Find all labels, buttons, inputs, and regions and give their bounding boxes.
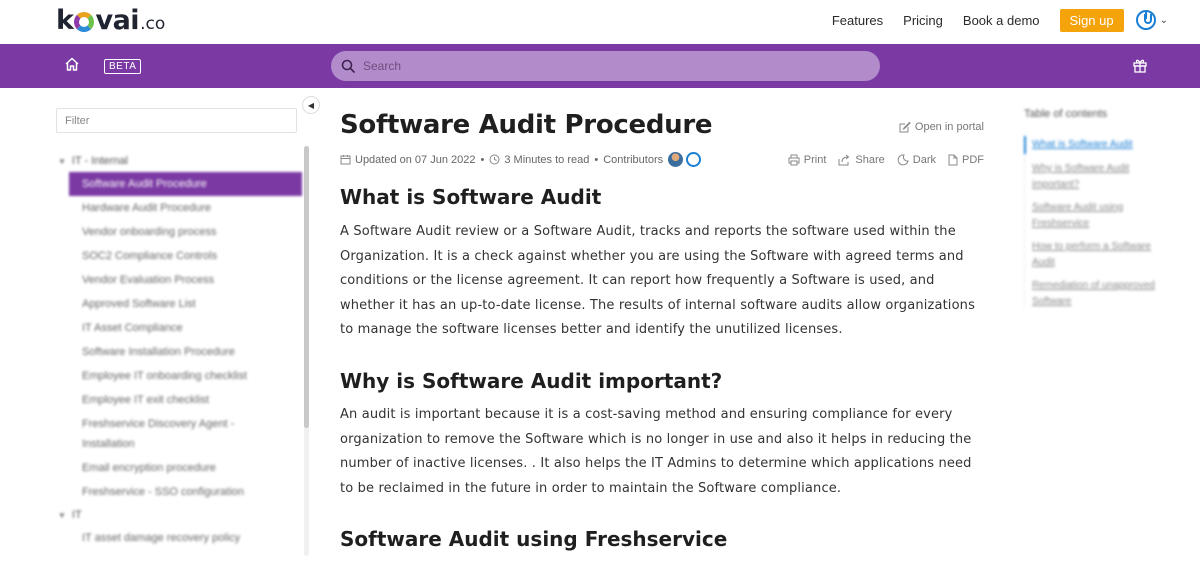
section-body: A Software Audit review or a Software Au… bbox=[340, 224, 975, 338]
share-icon bbox=[838, 154, 850, 166]
tree-item[interactable]: IT asset damage recovery policy bbox=[56, 526, 304, 550]
section-heading: What is Software Audit bbox=[340, 185, 602, 209]
home-icon[interactable] bbox=[64, 56, 80, 72]
docs-header-bar: BETA bbox=[0, 44, 1200, 88]
open-in-portal-label: Open in portal bbox=[914, 121, 984, 133]
toc-rail bbox=[1024, 136, 1025, 308]
toc-item[interactable]: Why is Software Audit important? bbox=[1032, 161, 1167, 193]
logo-text-k: k bbox=[56, 5, 74, 36]
toc-active-indicator bbox=[1024, 136, 1026, 154]
clock-icon bbox=[489, 154, 500, 165]
meta-separator: • bbox=[480, 153, 485, 166]
toc-item-active[interactable]: What is Software Audit bbox=[1032, 137, 1167, 153]
contributor-power-icon[interactable] bbox=[686, 152, 702, 167]
pdf-label: PDF bbox=[962, 154, 984, 166]
contributors-label: Contributors bbox=[603, 153, 664, 166]
dark-mode-button[interactable]: Dark bbox=[897, 154, 936, 166]
sidebar-scrollbar[interactable] bbox=[304, 146, 309, 556]
tree-item[interactable]: Email encryption procedure bbox=[56, 456, 304, 480]
tree-group-it-internal[interactable]: ▼ IT - Internal bbox=[56, 150, 304, 172]
gift-icon[interactable] bbox=[1132, 57, 1148, 73]
read-time: 3 Minutes to read bbox=[504, 153, 590, 166]
page-title: Software Audit Procedure bbox=[340, 110, 713, 140]
print-button[interactable]: Print bbox=[788, 154, 827, 166]
tree-item[interactable]: Vendor Evaluation Process bbox=[56, 268, 304, 292]
print-icon bbox=[788, 154, 800, 166]
nav-features-link[interactable]: Features bbox=[832, 13, 883, 28]
tree-group-label: IT - Internal bbox=[71, 155, 128, 167]
toc-item[interactable]: Remediation of unapproved Software bbox=[1032, 278, 1167, 310]
print-label: Print bbox=[803, 154, 827, 166]
section-heading: Why is Software Audit important? bbox=[340, 369, 723, 393]
share-label: Share bbox=[855, 154, 885, 166]
nav-book-demo-link[interactable]: Book a demo bbox=[963, 13, 1040, 28]
dark-label: Dark bbox=[912, 154, 936, 166]
chevron-down-icon[interactable]: ⌄ bbox=[1160, 15, 1168, 26]
calendar-icon bbox=[340, 155, 351, 165]
category-tree: ▼ IT - Internal Software Audit Procedure … bbox=[56, 150, 304, 550]
top-navbar: k va i .co Features Pricing Book a demo … bbox=[0, 0, 1200, 44]
share-button[interactable]: Share bbox=[838, 154, 885, 166]
logo-text-suffix: .co bbox=[140, 14, 166, 34]
collapse-sidebar-button[interactable]: ◀ bbox=[302, 96, 320, 114]
tree-item[interactable]: IT Asset Compliance bbox=[56, 316, 304, 340]
logo-text-i: i bbox=[130, 5, 140, 36]
tree-item[interactable]: Software Installation Procedure bbox=[56, 340, 304, 364]
tree-item[interactable]: Employee IT onboarding checklist bbox=[56, 364, 304, 388]
tree-item[interactable]: Vendor onboarding process bbox=[56, 220, 304, 244]
logo-o-ring-icon bbox=[74, 12, 95, 32]
main-nav: Features Pricing Book a demo Sign up ⌄ bbox=[832, 0, 1200, 40]
updated-date: Updated on 07 Jun 2022 bbox=[355, 153, 476, 166]
tree-item[interactable]: Freshservice Discovery Agent - Installat… bbox=[56, 412, 246, 456]
tree-item[interactable]: Hardware Audit Procedure bbox=[56, 196, 304, 220]
caret-down-icon: ▼ bbox=[58, 157, 66, 166]
pdf-button[interactable]: PDF bbox=[948, 154, 984, 166]
article-actions: Print Share Dark PDF bbox=[776, 154, 984, 166]
section-heading: Software Audit using Freshservice bbox=[340, 527, 728, 551]
beta-badge: BETA bbox=[104, 59, 142, 74]
user-power-icon[interactable] bbox=[1135, 10, 1156, 30]
kovai-logo[interactable]: k va i .co bbox=[56, 5, 165, 39]
tree-item[interactable]: Employee IT exit checklist bbox=[56, 388, 304, 412]
moon-icon bbox=[897, 154, 909, 166]
search-bar[interactable] bbox=[331, 51, 880, 81]
sidebar: ◀ ▼ IT - Internal Software Audit Procedur… bbox=[0, 88, 320, 566]
contributor-avatar[interactable] bbox=[668, 152, 684, 167]
tree-group-label: IT bbox=[71, 509, 82, 521]
meta-separator: • bbox=[594, 153, 599, 166]
search-icon bbox=[341, 59, 355, 73]
toc-item[interactable]: Software Audit using Freshservice bbox=[1032, 200, 1167, 232]
filter-input[interactable] bbox=[56, 108, 297, 133]
tree-group-it[interactable]: ▼ IT bbox=[56, 504, 304, 526]
nav-pricing-link[interactable]: Pricing bbox=[903, 13, 943, 28]
caret-down-icon: ▼ bbox=[58, 511, 66, 520]
section-body: An audit is important because it is a co… bbox=[340, 407, 972, 496]
edit-icon bbox=[899, 121, 911, 133]
toc-title: Table of contents bbox=[1024, 108, 1108, 120]
article-meta: Updated on 07 Jun 2022 • 3 Minutes to re… bbox=[340, 152, 702, 167]
search-input[interactable] bbox=[363, 59, 843, 73]
toc-item[interactable]: How to perform a Software Audit bbox=[1032, 239, 1167, 271]
tree-item[interactable]: SOC2 Compliance Controls bbox=[56, 244, 304, 268]
tree-item[interactable]: Approved Software List bbox=[56, 292, 304, 316]
open-in-portal-link[interactable]: Open in portal bbox=[899, 121, 984, 133]
pdf-icon bbox=[948, 154, 958, 166]
logo-text-va: va bbox=[95, 5, 131, 36]
tree-item-active[interactable]: Software Audit Procedure bbox=[69, 172, 302, 196]
signup-button[interactable]: Sign up bbox=[1059, 8, 1124, 32]
sidebar-scroll-thumb[interactable] bbox=[304, 146, 309, 428]
tree-item[interactable]: Freshservice - SSO configuration bbox=[56, 480, 304, 504]
